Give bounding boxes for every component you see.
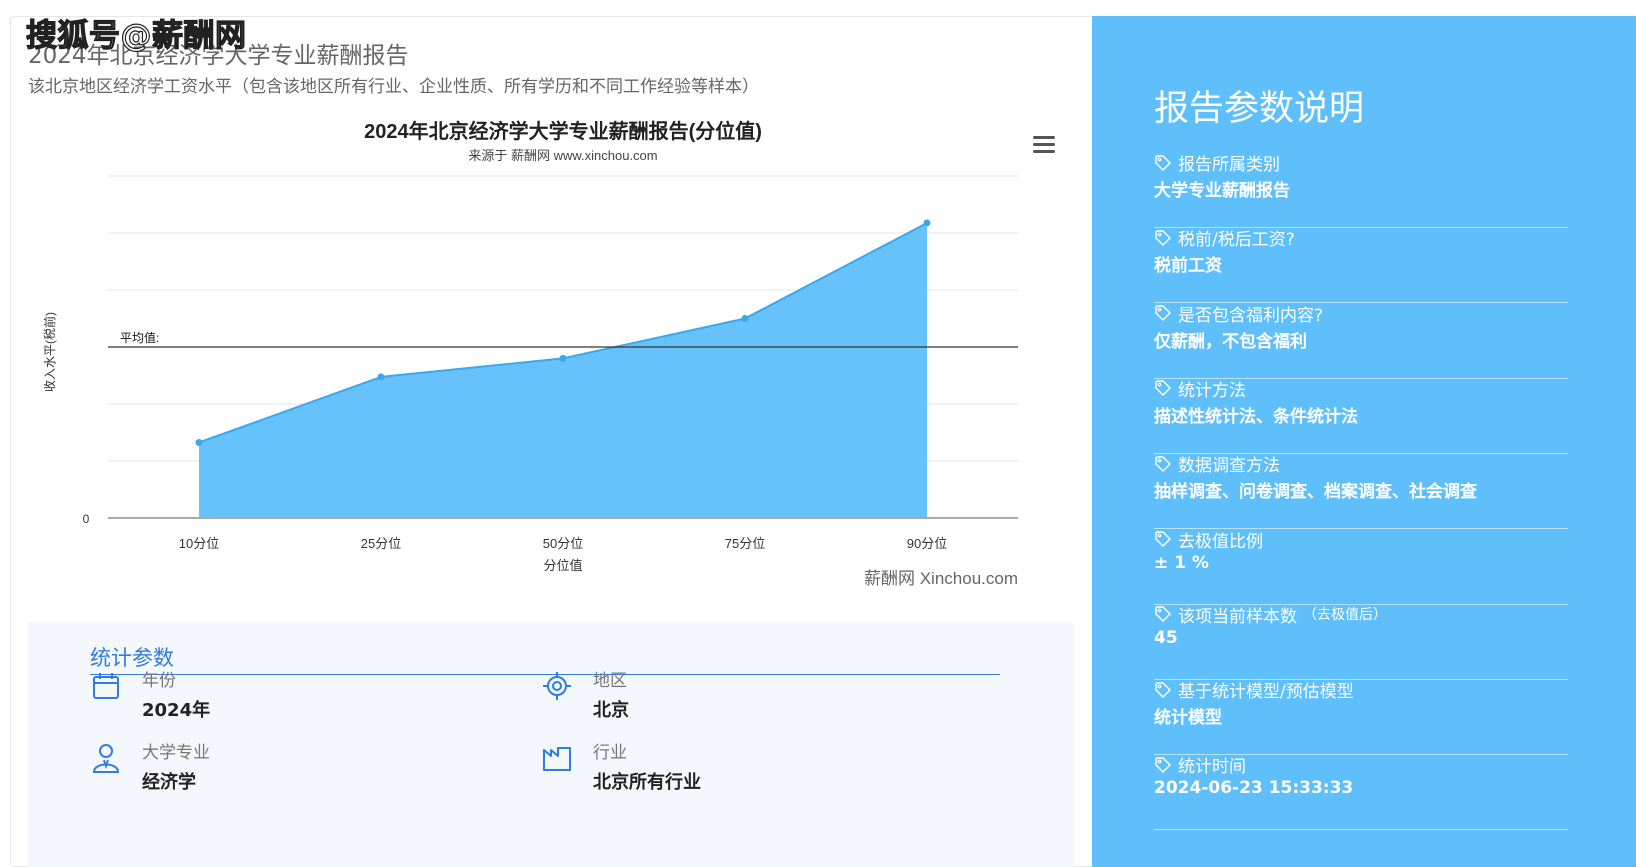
data-point	[377, 373, 385, 381]
tag-icon	[1154, 756, 1172, 774]
param-label-text: 去极值比例	[1178, 531, 1263, 552]
stat-region-value: 北京	[593, 700, 629, 721]
y-tick-label: 0	[83, 512, 90, 526]
param-item: 基于统计模型/预估模型统计模型	[1154, 677, 1568, 756]
stat-year-label: 年份	[142, 671, 176, 691]
param-item: 税前/税后工资? 税前工资	[1154, 225, 1568, 304]
x-tick-label: 75分位	[725, 536, 765, 551]
param-label: 税前/税后工资?	[1154, 225, 1295, 250]
param-label-text: 数据调查方法	[1178, 456, 1280, 477]
param-value: 抽样调查、问卷调查、档案调查、社会调查	[1154, 482, 1477, 503]
side-panel-title: 报告参数说明	[1154, 89, 1365, 129]
param-item: 是否包含福利内容? 仅薪酬，不包含福利	[1154, 301, 1568, 379]
param-label: 该项当前样本数 （去极值后）	[1154, 602, 1387, 627]
x-tick-label: 25分位	[361, 536, 401, 551]
chart-title: 2024年北京经济学大学专业薪酬报告(分位值)	[364, 119, 762, 143]
chart-subtitle: 来源于 薪酬网 www.xinchou.com	[468, 148, 657, 163]
param-item: 去极值比例 ± 1 %	[1154, 527, 1568, 605]
y-axis-label: 收入水平(税前)	[42, 312, 57, 392]
param-value: 45	[1154, 627, 1178, 648]
param-label: 去极值比例	[1154, 527, 1263, 552]
tag-icon	[1154, 304, 1172, 322]
param-label-text: 统计时间	[1178, 757, 1246, 778]
param-item: 统计方法描述性统计法、条件统计法	[1154, 376, 1568, 454]
param-value: ± 1 %	[1154, 552, 1209, 573]
chart-credit: 薪酬网 Xinchou.com	[864, 569, 1018, 588]
param-value: 税前工资	[1154, 256, 1222, 277]
person-icon	[92, 744, 120, 773]
calendar-icon	[93, 673, 119, 699]
factory-icon	[543, 747, 571, 771]
param-item: 数据调查方法抽样调查、问卷调查、档案调查、社会调查	[1154, 451, 1568, 530]
stat-region-label: 地区	[593, 671, 627, 691]
tag-icon	[1154, 605, 1172, 623]
param-label-text: 该项当前样本数	[1178, 606, 1297, 627]
param-label: 基于统计模型/预估模型	[1154, 677, 1354, 702]
param-item: 该项当前样本数 （去极值后） 45	[1154, 602, 1568, 680]
stat-major-label: 大学专业	[142, 743, 210, 763]
param-value: 2024-06-23 15:33:33	[1154, 778, 1354, 799]
param-label: 报告所属类别	[1154, 150, 1280, 175]
data-point	[195, 438, 203, 446]
param-label-text: 统计方法	[1178, 380, 1246, 401]
data-point	[559, 354, 567, 362]
stats-panel: 统计参数 年份 2024年 地区 北京 大学专业 经济学 行业 北京所有行业	[28, 622, 1074, 867]
param-label: 是否包含福利内容?	[1154, 301, 1323, 326]
x-tick-label: 90分位	[907, 536, 947, 551]
stat-major-value: 经济学	[142, 772, 196, 793]
tag-icon	[1154, 530, 1172, 548]
param-label-text: 基于统计模型/预估模型	[1178, 682, 1354, 703]
param-item: 报告所属类别大学专业薪酬报告	[1154, 150, 1568, 228]
param-item: 统计时间 2024-06-23 15:33:33	[1154, 752, 1568, 831]
tag-icon	[1154, 455, 1172, 473]
param-label: 统计时间	[1154, 752, 1246, 777]
chart-menu-icon[interactable]	[1033, 136, 1055, 154]
data-point	[741, 315, 749, 322]
location-target-icon	[543, 672, 571, 700]
stat-industry-value: 北京所有行业	[593, 772, 701, 793]
tag-icon	[1154, 229, 1172, 247]
salary-chart: 2024年北京经济学大学专业薪酬报告(分位值) 来源于 薪酬网 www.xinch…	[12, 110, 1072, 622]
data-point	[923, 219, 931, 227]
tag-icon	[1154, 379, 1172, 397]
x-tick-label: 10分位	[179, 536, 219, 551]
param-value: 仅薪酬，不包含福利	[1154, 331, 1307, 352]
stat-year-value: 2024年	[142, 700, 211, 721]
param-value: 描述性统计法、条件统计法	[1154, 406, 1358, 427]
param-value: 大学专业薪酬报告	[1154, 181, 1290, 201]
average-label: 平均值:	[120, 330, 159, 345]
watermark: 搜狐号@薪酬网	[25, 17, 247, 54]
param-label: 统计方法	[1154, 376, 1246, 401]
tag-icon	[1154, 154, 1172, 172]
salary-chart-svg: 2024年北京经济学大学专业薪酬报告(分位值) 来源于 薪酬网 www.xinch…	[42, 119, 1018, 588]
param-label-text: 报告所属类别	[1178, 155, 1280, 175]
x-axis-label: 分位值	[543, 558, 582, 573]
param-label-note: （去极值后）	[1303, 607, 1387, 624]
param-value: 统计模型	[1154, 708, 1222, 729]
param-label: 数据调查方法	[1154, 451, 1280, 476]
x-tick-label: 50分位	[543, 536, 583, 551]
area-fill	[199, 223, 927, 518]
param-label-text: 税前/税后工资?	[1178, 230, 1295, 251]
stat-industry-label: 行业	[593, 743, 627, 763]
param-label-text: 是否包含福利内容?	[1178, 305, 1324, 326]
report-subtitle: 该北京地区经济学工资水平（包含该地区所有行业、企业性质、所有学历和不同工作经验等…	[28, 77, 759, 97]
tag-icon	[1154, 681, 1172, 699]
report-params-panel: 报告参数说明 报告所属类别大学专业薪酬报告税前/税后工资? 税前工资是否包含福利内…	[1092, 16, 1636, 867]
